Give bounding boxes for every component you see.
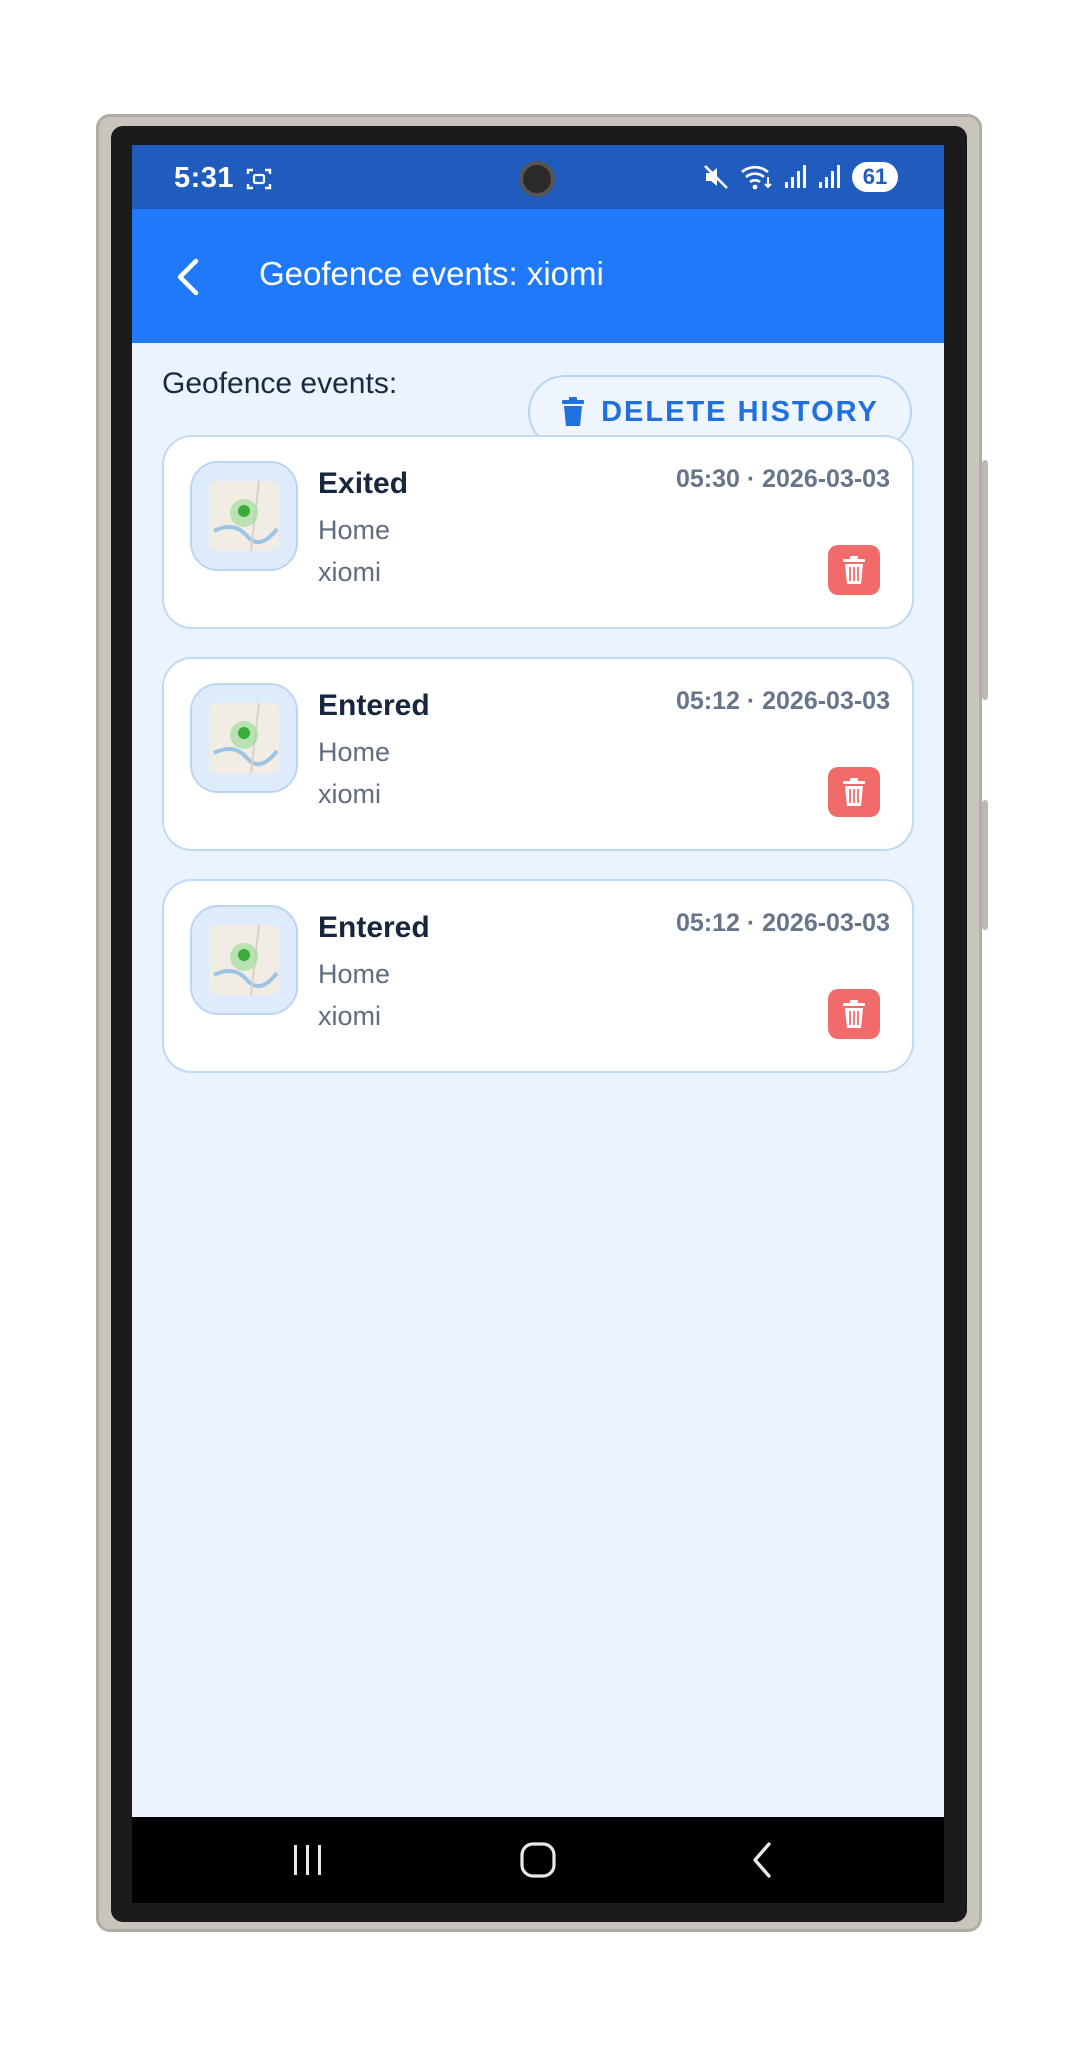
event-type: Exited [318, 467, 409, 500]
page-title: Geofence events: xiomi [259, 255, 604, 292]
status-time: 5:31 [174, 162, 235, 194]
map-thumbnail [190, 905, 298, 1015]
map-pin-icon [209, 925, 279, 995]
event-place: Home [318, 515, 391, 545]
wifi-icon [741, 165, 772, 190]
status-icons: 61 [702, 162, 898, 192]
event-list: Exited Home xiomi 05:30 · 2026-03-03 Ent… [162, 435, 914, 1101]
map-pin-icon [209, 481, 279, 551]
event-time: 05:12 · 2026-03-03 [675, 909, 890, 937]
system-back-button[interactable] [732, 1835, 792, 1885]
section-label: Geofence events: [162, 367, 398, 400]
delete-event-button[interactable] [828, 989, 880, 1039]
map-thumbnail [190, 461, 298, 571]
recents-icon [294, 1845, 321, 1875]
screen: 5:31 61 Geofence events: xiomi Geofence … [132, 145, 944, 1903]
map-thumbnail [190, 683, 298, 793]
event-device: xiomi [318, 1001, 382, 1031]
front-camera [519, 161, 555, 197]
status-bar: 5:31 61 [132, 145, 944, 209]
back-icon [753, 1842, 771, 1878]
navigation-bar [132, 1817, 944, 1903]
event-time: 05:12 · 2026-03-03 [675, 687, 890, 715]
home-icon [520, 1842, 556, 1878]
event-type: Entered [318, 911, 430, 944]
event-card[interactable]: Exited Home xiomi 05:30 · 2026-03-03 [162, 435, 914, 629]
delete-history-label: DELETE HISTORY [601, 395, 879, 428]
event-device: xiomi [318, 779, 382, 809]
trash-icon [843, 556, 865, 584]
delete-event-button[interactable] [828, 767, 880, 817]
signal-icon [819, 165, 840, 188]
trash-icon [843, 1000, 865, 1028]
event-device: xiomi [318, 557, 382, 587]
power-button [982, 800, 988, 930]
map-pin-icon [209, 703, 279, 773]
chevron-left-icon[interactable] [168, 253, 212, 301]
mute-icon [704, 165, 728, 189]
event-card[interactable]: Entered Home xiomi 05:12 · 2026-03-03 [162, 657, 914, 851]
delete-event-button[interactable] [828, 545, 880, 595]
event-place: Home [318, 737, 391, 767]
volume-button [982, 460, 988, 700]
event-card[interactable]: Entered Home xiomi 05:12 · 2026-03-03 [162, 879, 914, 1073]
event-place: Home [318, 959, 391, 989]
home-button[interactable] [508, 1835, 568, 1885]
screenshot-icon [246, 168, 272, 190]
app-bar: Geofence events: xiomi [132, 209, 944, 343]
trash-icon [562, 397, 585, 426]
battery-icon: 61 [852, 162, 898, 192]
event-type: Entered [318, 689, 430, 722]
event-time: 05:30 · 2026-03-03 [675, 465, 890, 493]
recents-button[interactable] [278, 1835, 338, 1885]
trash-icon [843, 778, 865, 806]
signal-icon [785, 165, 806, 188]
